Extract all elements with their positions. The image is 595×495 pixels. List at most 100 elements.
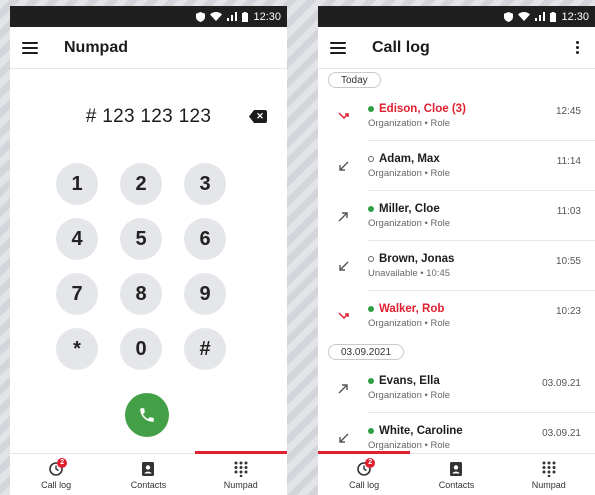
entry-body: Adam, Max Organization • Role (368, 153, 557, 179)
signal-icon (227, 12, 238, 21)
keypad: 1 2 3 4 5 6 7 8 9 * 0 # (56, 163, 226, 370)
contact-subtitle: Organization • Role (368, 218, 451, 229)
status-time: 12:30 (253, 10, 281, 23)
outgoing-call-icon (338, 211, 348, 221)
status-bar: 12:30 (318, 6, 595, 27)
menu-icon[interactable] (330, 41, 346, 54)
date-chip: Today (328, 72, 381, 88)
contact-subtitle: Organization • Role (368, 168, 451, 179)
app-bar: Call log (318, 27, 595, 69)
contact-subtitle: Organization • Role (368, 440, 451, 451)
key-8[interactable]: 8 (120, 273, 162, 315)
nav-label: Contacts (130, 480, 167, 490)
key-star[interactable]: * (56, 328, 98, 370)
key-4[interactable]: 4 (56, 218, 98, 260)
contact-subtitle: Unavailable • 10:45 (368, 268, 451, 279)
call-log-entry[interactable]: Walker, Rob Organization • Role 10:23 (318, 291, 595, 341)
entry-name-line: Miller, Cloe (368, 203, 557, 215)
presence-offline-icon (368, 156, 374, 162)
bottom-nav: 2 Call log Contacts Numpad (10, 451, 287, 495)
nav-numpad[interactable]: Numpad (194, 451, 287, 495)
missed-call-icon (337, 111, 349, 119)
key-7[interactable]: 7 (56, 273, 98, 315)
menu-icon[interactable] (22, 41, 38, 54)
nav-call-log[interactable]: 2 Call log (318, 451, 411, 495)
call-time: 03.09.21 (542, 378, 581, 389)
dialpad-icon (234, 461, 248, 477)
page-title: Numpad (64, 38, 128, 56)
outgoing-call-icon (338, 383, 348, 393)
contact-name: Evans, Ella (379, 375, 440, 387)
nav-contacts[interactable]: Contacts (102, 454, 194, 495)
dialed-number[interactable]: # 123 123 123 (86, 106, 211, 128)
key-3[interactable]: 3 (184, 163, 226, 205)
call-log-entry[interactable]: Miller, Cloe Organization • Role 11:03 (318, 191, 595, 241)
nav-label: Call log (349, 480, 380, 490)
key-6[interactable]: 6 (184, 218, 226, 260)
more-options-icon[interactable] (575, 41, 579, 54)
nav-numpad[interactable]: Numpad (503, 454, 595, 495)
call-log-entry[interactable]: Edison, Cloe (3) Organization • Role 12:45 (318, 91, 595, 141)
call-time: 10:23 (555, 306, 581, 317)
wifi-icon (210, 12, 223, 21)
key-1[interactable]: 1 (56, 163, 98, 205)
key-2[interactable]: 2 (120, 163, 162, 205)
date-group-header: Today (318, 69, 595, 91)
call-log-screen: 12:30 Call log Today Edison, Cloe (3) Orga… (318, 6, 595, 495)
contact-name: White, Caroline (379, 425, 463, 437)
contact-name: Edison, Cloe (3) (379, 103, 466, 115)
shield-icon (196, 11, 206, 22)
date-group-header: 03.09.2021 (318, 341, 595, 363)
incoming-call-icon (338, 161, 348, 171)
shield-icon (504, 11, 514, 22)
call-log-entry[interactable]: White, Caroline Organization • Role 03.09.… (318, 413, 595, 453)
contact-name: Brown, Jonas (379, 253, 455, 265)
call-time: 10:55 (555, 256, 581, 267)
incoming-call-icon (338, 433, 348, 443)
app-bar: Numpad (10, 27, 287, 69)
battery-icon (550, 11, 557, 22)
nav-label: Contacts (438, 480, 475, 490)
nav-contacts[interactable]: Contacts (410, 454, 502, 495)
incoming-call-icon (338, 261, 348, 271)
missed-calls-badge: 2 (365, 458, 376, 468)
numpad-screen: 12:30 Numpad # 123 123 123 ✕ 1 2 3 4 5 6… (10, 6, 287, 495)
call-log-entry[interactable]: Brown, Jonas Unavailable • 10:45 10:55 (318, 241, 595, 291)
nav-call-log[interactable]: 2 Call log (10, 454, 102, 495)
entry-name-line: Adam, Max (368, 153, 557, 165)
entry-name-line: Walker, Rob (368, 303, 556, 315)
wifi-icon (518, 12, 531, 21)
call-time: 11:03 (556, 206, 581, 217)
nav-label: Call log (41, 480, 72, 490)
presence-offline-icon (368, 256, 374, 262)
page-title: Call log (372, 38, 430, 56)
entry-body: White, Caroline Organization • Role (368, 425, 542, 451)
contacts-icon (450, 462, 463, 476)
call-button[interactable] (125, 393, 169, 437)
backspace-icon[interactable]: ✕ (249, 110, 267, 123)
signal-icon (535, 12, 546, 21)
call-time: 11:14 (556, 156, 581, 167)
entry-body: Miller, Cloe Organization • Role (368, 203, 557, 229)
contacts-icon (142, 462, 155, 476)
entry-body: Brown, Jonas Unavailable • 10:45 (368, 253, 556, 279)
call-time: 12:45 (555, 106, 581, 117)
call-log-list: Today Edison, Cloe (3) Organization • Role… (318, 69, 595, 453)
entry-name-line: Evans, Ella (368, 375, 542, 387)
nav-label: Numpad (223, 480, 258, 490)
key-0[interactable]: 0 (120, 328, 162, 370)
presence-available-icon (368, 306, 374, 312)
key-9[interactable]: 9 (184, 273, 226, 315)
key-5[interactable]: 5 (120, 218, 162, 260)
presence-available-icon (368, 206, 374, 212)
contact-name: Miller, Cloe (379, 203, 440, 215)
call-time: 03.09.21 (542, 428, 581, 439)
call-log-entry[interactable]: Adam, Max Organization • Role 11:14 (318, 141, 595, 191)
bottom-nav: 2 Call log Contacts Numpad (318, 451, 595, 495)
call-log-entry[interactable]: Evans, Ella Organization • Role 03.09.21 (318, 363, 595, 413)
key-hash[interactable]: # (184, 328, 226, 370)
missed-call-icon (337, 311, 349, 319)
phone-icon (140, 408, 154, 422)
contact-name: Adam, Max (379, 153, 440, 165)
date-chip: 03.09.2021 (328, 344, 405, 360)
